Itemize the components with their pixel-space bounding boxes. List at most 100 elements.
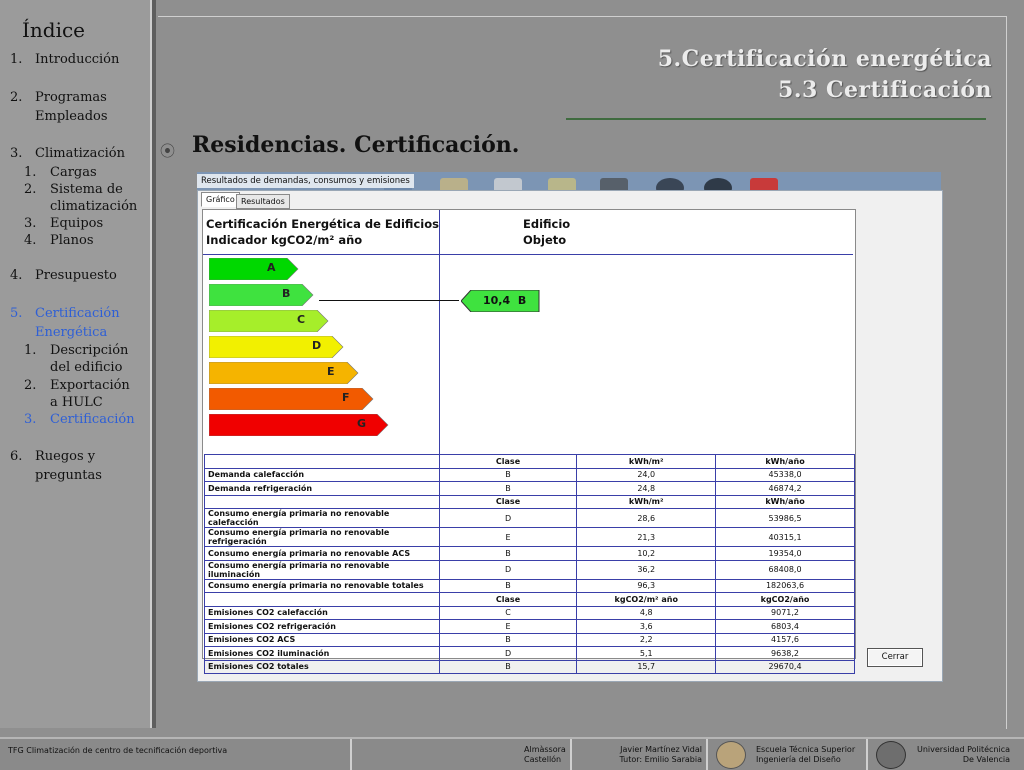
close-button[interactable]: Cerrar [867, 648, 923, 667]
table-row: Emisiones CO2 refrigeración E 3,6 6803,4 [204, 619, 855, 634]
submenu-item-number: 2. [24, 378, 37, 393]
slide-heading: Residencias. Certificación. [192, 132, 520, 158]
table-cell: 5,1 [576, 646, 717, 661]
table-cell: 68408,0 [715, 559, 855, 580]
submenu-item-planos[interactable]: 4. Planos [24, 232, 94, 249]
table-cell: 24,0 [576, 467, 717, 482]
footer-project: TFG Climatización de centro de tecnifica… [8, 746, 228, 755]
table-header-row: Clase kWh/m² kWh/año [204, 454, 855, 469]
submenu-item-certificacion-active[interactable]: 3. Certificación [24, 411, 135, 428]
table-cell: E [438, 619, 578, 634]
menu-item-presupuesto[interactable]: 4. Presupuesto [10, 266, 117, 285]
window-title: Resultados de demandas, consumos y emisi… [197, 174, 414, 188]
energy-class-letter: A [267, 261, 276, 274]
table-cell: B [438, 659, 578, 674]
certificate-title: Certificación Energética de Edificios [206, 217, 439, 231]
table-cell: 4157,6 [715, 632, 855, 647]
table-cell: 53986,5 [715, 508, 855, 528]
slide-title-line1: 5.Certificación energética [657, 46, 992, 72]
bullet-icon: ⦿ [160, 142, 176, 160]
certificate-header-right: Edificio Objeto [523, 216, 570, 248]
table-cell: Clase [438, 592, 578, 607]
table-cell: Consumo energía primaria no renovable ca… [204, 508, 440, 528]
table-cell: 15,7 [576, 659, 717, 674]
table-cell: 96,3 [576, 578, 717, 593]
table-cell: Demanda calefacción [204, 467, 440, 482]
menu-item-ruegos[interactable]: 6. Ruegos y preguntas [10, 447, 110, 485]
tab-resultados[interactable]: Resultados [236, 194, 290, 209]
school-logo-icon [716, 741, 746, 769]
submenu-item-number: 4. [24, 233, 37, 248]
indicator-label: Indicador kgCO2/m² año [206, 233, 363, 247]
table-cell [204, 454, 440, 469]
footer-university-line2: De Valencia [962, 755, 1010, 764]
submenu-item-exportacion[interactable]: 2. Exportación a HULC [24, 377, 132, 411]
menu-item-number: 1. [10, 52, 23, 67]
table-cell [204, 592, 440, 607]
divider-horizontal [203, 254, 853, 255]
indicator-leader-line [319, 300, 459, 301]
footer-school-line1: Escuela Técnica Superior [756, 745, 856, 754]
table-cell: Consumo energía primaria no renovable il… [204, 559, 440, 580]
footer-divider [706, 739, 708, 770]
rating-indicator-label: 10,4 B [483, 294, 526, 307]
submenu-item-sistema[interactable]: 2. Sistema de climatización [24, 181, 150, 215]
table-cell: 19354,0 [715, 546, 855, 561]
table-cell: 10,2 [576, 546, 717, 561]
table-cell: 29670,4 [715, 659, 855, 674]
submenu-item-label: Sistema de climatización [50, 182, 138, 214]
footer-author: Javier Martínez Vidal Tutor: Emilio Sara… [618, 745, 703, 765]
table-cell: Consumo energía primaria no renovable AC… [204, 546, 440, 561]
submenu-item-equipos[interactable]: 3. Equipos [24, 215, 103, 232]
energy-class-bar-f: F [209, 388, 374, 410]
table-row: Demanda calefacción B 24,0 45338,0 [204, 467, 855, 482]
energy-class-letter: E [327, 365, 335, 378]
energy-class-letter: F [342, 391, 350, 404]
university-seal-icon [876, 741, 906, 769]
table-cell: 36,2 [576, 559, 717, 580]
menu-item-label: Climatización [35, 146, 125, 161]
menu-item-number: 6. [10, 449, 23, 464]
energy-class-bar-d: D [209, 336, 344, 358]
menu-item-programas[interactable]: 2. Programas Empleados [10, 88, 150, 126]
menu-item-number: 5. [10, 306, 23, 321]
table-row: Consumo energía primaria no renovable re… [204, 527, 855, 547]
table-cell: B [438, 467, 578, 482]
menu-item-certificacion[interactable]: 5. Certificación Energética [10, 304, 120, 342]
energy-class-letter: G [357, 417, 367, 430]
submenu-item-label: Cargas [50, 165, 97, 180]
menu-item-climatizacion[interactable]: 3. Climatización [10, 144, 125, 163]
table-cell: 9071,2 [715, 605, 855, 620]
table-cell: Emisiones CO2 iluminación [204, 646, 440, 661]
table-cell: kWh/año [715, 454, 855, 469]
table-cell: 24,8 [576, 481, 717, 496]
rating-letter: B [517, 294, 527, 307]
energy-class-bar-c: C [209, 310, 329, 332]
footer-location: Almàssora Castellón [524, 745, 566, 765]
table-row: Emisiones CO2 totales B 15,7 29670,4 [204, 659, 855, 674]
table-header-row: Clase kgCO2/m² año kgCO2/año [204, 592, 855, 607]
table-cell: 182063,6 [715, 578, 855, 593]
submenu-item-descripcion[interactable]: 1. Descripción del edificio [24, 342, 150, 376]
table-cell: Emisiones CO2 ACS [204, 632, 440, 647]
table-cell: D [438, 646, 578, 661]
divider-vertical [439, 210, 440, 458]
table-cell: 6803,4 [715, 619, 855, 634]
building-label: Edificio [523, 217, 571, 231]
tab-grafico[interactable]: Gráfico [201, 192, 240, 207]
rating-value: 10,4 [483, 294, 511, 307]
table-cell: Clase [438, 454, 578, 469]
table-cell [204, 494, 440, 509]
energy-class-letter: D [312, 339, 322, 352]
menu-item-label: Presupuesto [35, 268, 117, 283]
table-row: Consumo energía primaria no renovable AC… [204, 546, 855, 561]
submenu-item-cargas[interactable]: 1. Cargas [24, 164, 97, 181]
table-cell: kWh/m² [576, 494, 717, 509]
menu-item-number: 4. [10, 268, 23, 283]
submenu-item-number: 3. [24, 412, 37, 427]
table-header-row: Clase kWh/m² kWh/año [204, 494, 855, 509]
submenu-item-label: Certificación [50, 412, 135, 427]
table-row: Consumo energía primaria no renovable to… [204, 578, 855, 593]
menu-item-introduccion[interactable]: 1. Introducción [10, 50, 119, 69]
energy-class-letter: B [282, 287, 291, 300]
